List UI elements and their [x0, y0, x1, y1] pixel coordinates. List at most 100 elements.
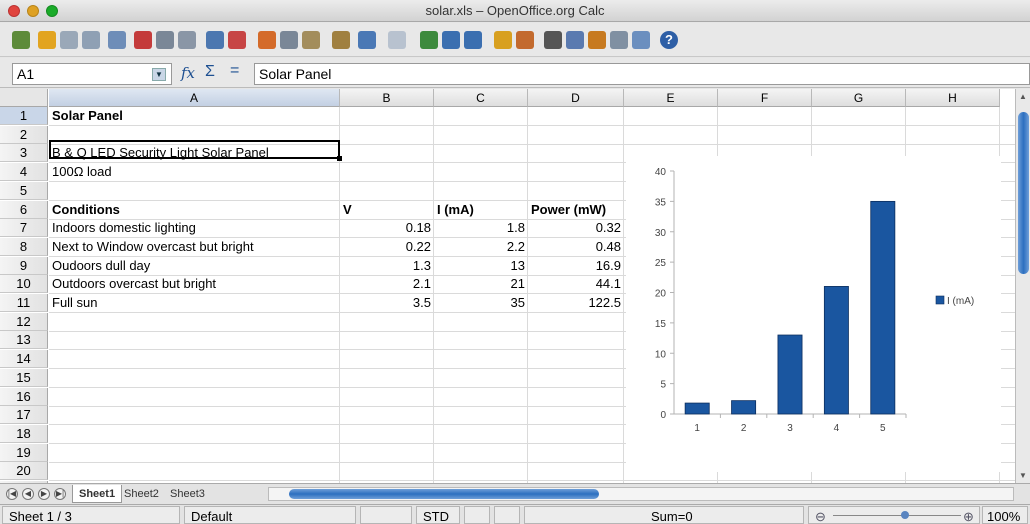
scroll-down-icon[interactable]: ▼	[1019, 471, 1027, 480]
formula-input[interactable]: Solar Panel	[254, 63, 1030, 85]
data-sources-icon[interactable]	[610, 31, 628, 49]
cell-c9[interactable]: 13	[434, 257, 528, 275]
insert-chart-icon[interactable]	[494, 31, 512, 49]
save-icon[interactable]	[60, 31, 78, 49]
cell-d9[interactable]: 16.9	[528, 257, 624, 275]
column-header-a[interactable]: A	[49, 89, 340, 107]
cell-a8[interactable]: Next to Window overcast but bright	[49, 238, 340, 256]
row-header-20[interactable]: 20	[0, 462, 48, 481]
bar-chart[interactable]: 0 5 10 15 20 25 30 35 40 1 2 3 4 5 I (mA)	[626, 156, 1001, 472]
row-header-13[interactable]: 13	[0, 331, 48, 350]
row-header-18[interactable]: 18	[0, 424, 48, 443]
chevron-down-icon[interactable]: ▼	[152, 68, 166, 81]
cell-c10[interactable]: 21	[434, 275, 528, 293]
row-header-6[interactable]: 6	[0, 200, 48, 219]
name-box[interactable]: A1	[12, 63, 172, 85]
sheet-tab-3[interactable]: Sheet3	[164, 485, 211, 503]
cell-d8[interactable]: 0.48	[528, 238, 624, 256]
zoom-window-button[interactable]	[46, 5, 58, 17]
open-folder-icon[interactable]	[38, 31, 56, 49]
select-all-corner[interactable]	[0, 89, 48, 107]
format-paintbrush-icon[interactable]	[332, 31, 350, 49]
new-document-icon[interactable]	[12, 31, 30, 49]
row-header-11[interactable]: 11	[0, 294, 48, 312]
column-header-c[interactable]: C	[434, 89, 528, 107]
cell-a7[interactable]: Indoors domestic lighting	[49, 219, 340, 237]
horizontal-scrollbar[interactable]	[268, 487, 1014, 501]
cell-a11[interactable]: Full sun	[49, 294, 340, 312]
column-header-f[interactable]: F	[718, 89, 812, 107]
selection-mode[interactable]: STD	[416, 506, 460, 524]
cell-d10[interactable]: 44.1	[528, 275, 624, 293]
draw-functions-icon[interactable]	[516, 31, 534, 49]
last-sheet-icon[interactable]: ▶|	[54, 488, 66, 500]
column-header-g[interactable]: G	[812, 89, 906, 107]
row-header-14[interactable]: 14	[0, 350, 48, 369]
row-header-2[interactable]: 2	[0, 125, 48, 144]
column-header-e[interactable]: E	[624, 89, 718, 107]
autofill-handle[interactable]	[337, 156, 342, 161]
cell-d6[interactable]: Power (mW)	[528, 201, 624, 219]
row-header-8[interactable]: 8	[0, 237, 48, 256]
cell-b8[interactable]: 0.22	[340, 238, 434, 256]
redo-icon[interactable]	[388, 31, 406, 49]
cell-c8[interactable]: 2.2	[434, 238, 528, 256]
zoom-icon[interactable]	[632, 31, 650, 49]
row-header-12[interactable]: 12	[0, 312, 48, 331]
cell-b11[interactable]: 3.5	[340, 294, 434, 312]
row-header-7[interactable]: 7	[0, 219, 48, 238]
zoom-in-icon[interactable]: ⊕	[963, 507, 974, 524]
cell-b7[interactable]: 0.18	[340, 219, 434, 237]
sheet-tab-1[interactable]: Sheet1	[72, 485, 123, 503]
cell-a9[interactable]: Oudoors dull day	[49, 257, 340, 275]
row-header-5[interactable]: 5	[0, 181, 48, 200]
undo-icon[interactable]	[358, 31, 376, 49]
row-header-10[interactable]: 10	[0, 275, 48, 294]
column-header-d[interactable]: D	[528, 89, 624, 107]
sort-descending-icon[interactable]	[464, 31, 482, 49]
cell-c6[interactable]: I (mA)	[434, 201, 528, 219]
scroll-up-icon[interactable]: ▲	[1019, 92, 1027, 101]
spellcheck-icon[interactable]	[206, 31, 224, 49]
autospellcheck-icon[interactable]	[228, 31, 246, 49]
zoom-slider[interactable]: ⊖ ⊕	[808, 506, 980, 524]
row-header-17[interactable]: 17	[0, 406, 48, 425]
row-header-4[interactable]: 4	[0, 163, 48, 182]
row-header-15[interactable]: 15	[0, 368, 48, 387]
spreadsheet-grid[interactable]: ABCDEFGH 1 2 3 4 5 6 7 8 9 10 11 12 13 14 15 16 17 18 19 20…	[0, 89, 1030, 483]
cell-c11[interactable]: 35	[434, 294, 528, 312]
vertical-scrollbar[interactable]: ▲ ▼	[1015, 89, 1030, 483]
first-sheet-icon[interactable]: |◀	[6, 488, 18, 500]
column-header-b[interactable]: B	[340, 89, 434, 107]
email-icon[interactable]	[82, 31, 100, 49]
cut-icon[interactable]	[258, 31, 276, 49]
row-header-9[interactable]: 9	[0, 256, 48, 275]
cell-a1[interactable]: Solar Panel	[49, 107, 340, 125]
close-window-button[interactable]	[8, 5, 20, 17]
zoom-out-icon[interactable]: ⊖	[815, 507, 826, 524]
print-icon[interactable]	[156, 31, 174, 49]
sheet-tab-2[interactable]: Sheet2	[118, 485, 165, 503]
cell-b6[interactable]: V	[340, 201, 434, 219]
row-header-16[interactable]: 16	[0, 387, 48, 406]
cell-a10[interactable]: Outdoors overcast but bright	[49, 275, 340, 293]
function-icon[interactable]: =	[230, 62, 239, 80]
cell-c7[interactable]: 1.8	[434, 219, 528, 237]
cell-a6[interactable]: Conditions	[49, 201, 340, 219]
cell-d7[interactable]: 0.32	[528, 219, 624, 237]
page-style[interactable]: Default	[184, 506, 356, 524]
gallery-icon[interactable]	[588, 31, 606, 49]
row-header-1[interactable]: 1	[0, 107, 48, 125]
navigator-icon[interactable]	[566, 31, 584, 49]
hyperlink-icon[interactable]	[420, 31, 438, 49]
minimize-window-button[interactable]	[27, 5, 39, 17]
export-pdf-icon[interactable]	[134, 31, 152, 49]
cell-a4[interactable]: 100Ω load	[49, 163, 340, 181]
cell-d11[interactable]: 122.5	[528, 294, 624, 312]
zoom-level[interactable]: 100%	[982, 506, 1028, 524]
edit-file-icon[interactable]	[108, 31, 126, 49]
next-sheet-icon[interactable]: ▶	[38, 488, 50, 500]
paste-icon[interactable]	[302, 31, 320, 49]
cell-b9[interactable]: 1.3	[340, 257, 434, 275]
find-replace-icon[interactable]	[544, 31, 562, 49]
